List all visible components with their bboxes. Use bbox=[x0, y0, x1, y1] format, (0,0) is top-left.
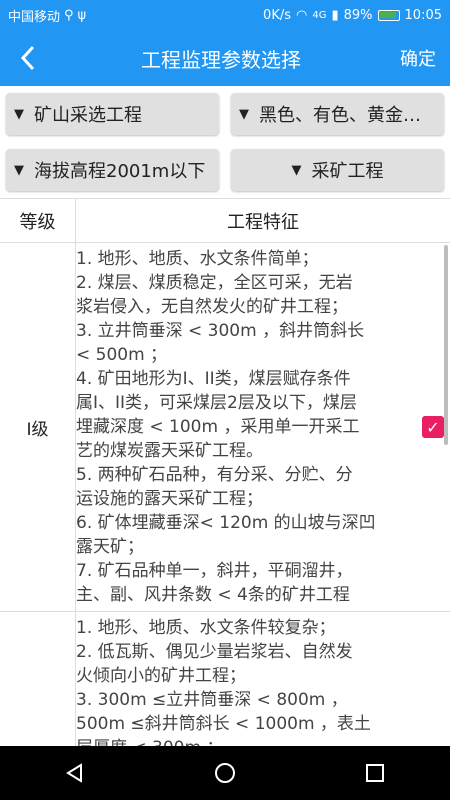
signal-label: 4G bbox=[312, 9, 327, 21]
feature-line: 4. 矿田地形为I、II类，煤层赋存条件 bbox=[76, 369, 351, 389]
dropdown-arrow-icon: ▼ bbox=[14, 162, 24, 178]
feature-line: 5. 两种矿石品种，有分采、分贮、分 bbox=[76, 465, 353, 485]
scrollbar[interactable] bbox=[444, 245, 448, 445]
battery-icon bbox=[377, 9, 400, 21]
wifi-icon: ◠ bbox=[296, 7, 308, 23]
notification-icon: ψ bbox=[77, 7, 87, 23]
page-title: 工程监理参数选择 bbox=[141, 47, 301, 72]
check-cell bbox=[416, 612, 450, 746]
signal-icon: ▮ bbox=[331, 7, 339, 23]
grade-table: 等级 工程特征 I级 1. 地形、地质、水文条件简单； 2. 煤层、煤质稳定，全区… bbox=[0, 198, 450, 746]
dropdown-arrow-icon: ▼ bbox=[291, 162, 302, 178]
nav-recent-button[interactable] bbox=[345, 746, 405, 800]
column-header-feature: 工程特征 bbox=[227, 211, 299, 233]
table-row[interactable]: I级 1. 地形、地质、水文条件简单； 2. 煤层、煤质稳定，全区可采，无岩 浆岩侵… bbox=[0, 243, 450, 612]
feature-line: 7. 矿石品种单一，斜井，平硐溜井， bbox=[76, 561, 353, 581]
metal-type-dropdown[interactable]: ▼ 黑色、有色、黄金… bbox=[231, 93, 444, 135]
feature-line: 1. 地形、地质、水文条件简单； bbox=[76, 249, 319, 269]
battery-percent: 89% bbox=[343, 7, 373, 23]
feature-line: 浆岩侵入，无自然发火的矿井工程； bbox=[76, 297, 348, 317]
checkmark-icon: ✓ bbox=[426, 417, 440, 437]
feature-line: 2. 煤层、煤质稳定，全区可采，无岩 bbox=[76, 273, 353, 293]
feature-line: 3. 立井筒垂深 < 300m ，斜井筒斜长 bbox=[76, 321, 365, 341]
feature-cell: 1. 地形、地质、水文条件简单； 2. 煤层、煤质稳定，全区可采，无岩 浆岩侵入，无… bbox=[76, 243, 416, 611]
dropdown-arrow-icon: ▼ bbox=[239, 106, 249, 122]
table-row[interactable]: 1. 地形、地质、水文条件较复杂； 2. 低瓦斯、偶见少量岩浆岩、自然发 火倾向小的… bbox=[0, 612, 450, 746]
filter-panel: ▼ 矿山采选工程 ▼ 黑色、有色、黄金… ▼ 海拔高程2001m以下 ▼ 采矿工… bbox=[0, 86, 450, 191]
dropdown-label: 海拔高程2001m以下 bbox=[34, 161, 206, 182]
level-cell: I级 bbox=[0, 243, 76, 611]
dropdown-label: 矿山采选工程 bbox=[34, 105, 142, 126]
row-checkbox[interactable]: ✓ bbox=[422, 416, 444, 438]
carrier-label: 中国移动 bbox=[8, 9, 61, 25]
confirm-button[interactable]: 确定 bbox=[386, 45, 450, 71]
table-header: 等级 工程特征 bbox=[0, 199, 450, 243]
engineering-type-dropdown[interactable]: ▼ 采矿工程 bbox=[231, 149, 444, 191]
altitude-dropdown[interactable]: ▼ 海拔高程2001m以下 bbox=[6, 149, 219, 191]
dropdown-label: 采矿工程 bbox=[311, 161, 384, 182]
feature-line: 主、副、风井条数 < 4条的矿井工程 bbox=[76, 585, 350, 605]
triangle-back-icon bbox=[66, 763, 82, 783]
feature-line: 500m ≤斜井筒斜长 < 1000m ，表土 bbox=[76, 714, 371, 734]
feature-line: < 500m ； bbox=[76, 345, 168, 365]
square-recent-icon bbox=[366, 764, 384, 782]
dropdown-arrow-icon: ▼ bbox=[14, 106, 24, 122]
chevron-left-icon bbox=[20, 45, 35, 71]
column-header-level: 等级 bbox=[0, 199, 76, 242]
project-type-dropdown[interactable]: ▼ 矿山采选工程 bbox=[6, 93, 219, 135]
feature-line: 埋藏深度 < 100m ，采用单一开采工 bbox=[76, 417, 360, 437]
level-cell bbox=[0, 612, 76, 746]
feature-line: 层厚度 < 300m ； bbox=[76, 736, 416, 746]
feature-line: 艺的煤炭露天采矿工程。 bbox=[76, 441, 263, 461]
back-button[interactable] bbox=[0, 30, 56, 86]
usb-icon: ⚲ bbox=[64, 7, 74, 23]
clock: 10:05 bbox=[404, 7, 442, 23]
nav-back-button[interactable] bbox=[45, 746, 105, 800]
feature-line: 3. 300m ≤立井筒垂深 < 800m ， bbox=[76, 690, 348, 710]
feature-line: 属I、II类，可采煤层2层及以下，煤层 bbox=[76, 393, 357, 413]
feature-cell: 1. 地形、地质、水文条件较复杂； 2. 低瓦斯、偶见少量岩浆岩、自然发 火倾向小的… bbox=[76, 612, 416, 746]
app-bar: 工程监理参数选择 确定 bbox=[0, 30, 450, 86]
feature-line: 运设施的露天采矿工程； bbox=[76, 489, 263, 509]
nav-home-button[interactable] bbox=[195, 746, 255, 800]
feature-line: 露天矿； bbox=[76, 537, 144, 557]
feature-line: 2. 低瓦斯、偶见少量岩浆岩、自然发 bbox=[76, 642, 353, 662]
feature-line: 6. 矿体埋藏垂深< 120m 的山坡与深凹 bbox=[76, 513, 376, 533]
network-speed: 0K/s bbox=[263, 7, 291, 23]
feature-line: 1. 地形、地质、水文条件较复杂； bbox=[76, 618, 336, 638]
status-bar: 中国移动 ⚲ ψ 0K/s ◠ 4G ▮ 89% 10:05 bbox=[0, 0, 450, 30]
feature-line: 火倾向小的矿井工程； bbox=[76, 666, 246, 686]
navigation-bar bbox=[0, 746, 450, 800]
dropdown-label: 黑色、有色、黄金… bbox=[259, 105, 421, 126]
circle-home-icon bbox=[215, 763, 235, 783]
